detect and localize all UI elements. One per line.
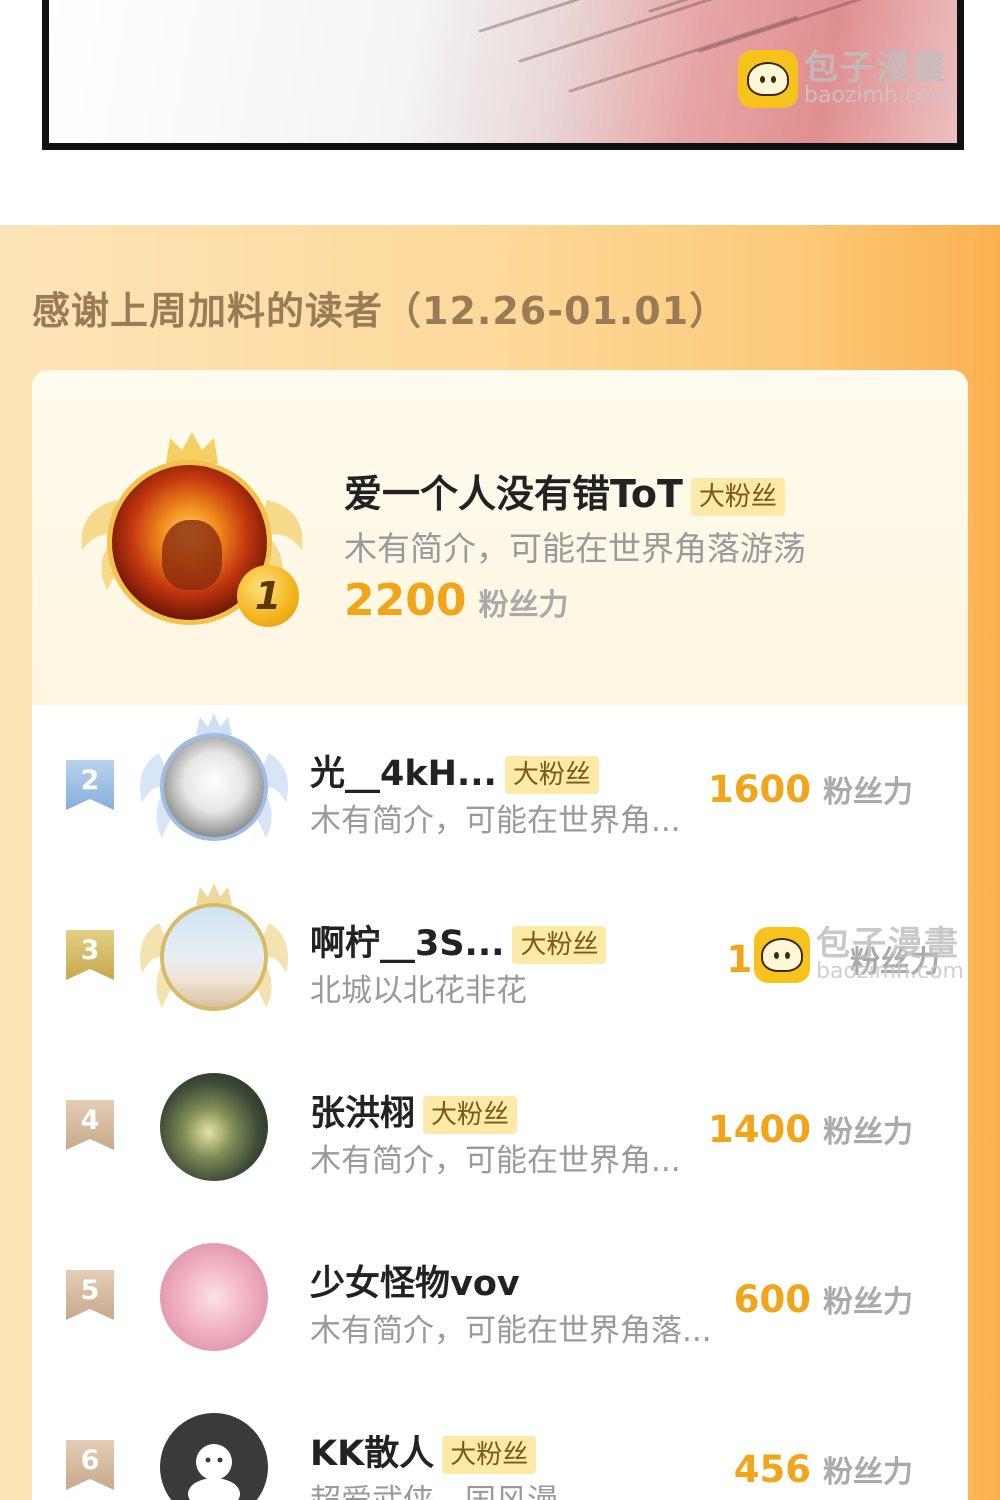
- rank-1-medal: 1: [237, 565, 299, 627]
- leaderboard-card: 1 爱一个人没有错ToT 大粉丝 木有简介，可能在世界角落游荡 2200 粉丝力 …: [32, 370, 968, 1500]
- fan-power: 456 粉丝力: [734, 1447, 913, 1491]
- reader-name[interactable]: 啊柠__3S... 大粉丝: [310, 915, 607, 966]
- reader-bio: 木有简介，可能在世界角...: [310, 803, 681, 839]
- fan-power-label: 粉丝力: [823, 1285, 913, 1320]
- avatar[interactable]: [160, 1243, 268, 1351]
- fan-power-value: 1600: [708, 768, 811, 811]
- fan-power-value: 600: [733, 1278, 811, 1321]
- reader-name[interactable]: KK散人 大粉丝: [310, 1425, 537, 1476]
- fan-power: 600 粉丝力: [734, 1277, 913, 1321]
- watermark-brand-cn: 包子漫畫: [804, 48, 948, 88]
- reader-bio: 木有简介，可能在世界角落...: [310, 1313, 712, 1349]
- big-fan-badge: 大粉丝: [423, 1096, 518, 1134]
- list-item[interactable]: 5 少女怪物vov 木有简介，可能在世界角落... 600 粉丝力: [32, 1215, 968, 1385]
- rank-flag: 5: [66, 1270, 114, 1320]
- big-fan-badge: 大粉丝: [512, 926, 607, 964]
- rank-flag: 6: [66, 1440, 114, 1490]
- fan-power: 1600 粉丝力: [708, 767, 913, 811]
- baozi-logo-icon: [738, 50, 798, 108]
- fan-power: 1400 粉丝力: [708, 1107, 913, 1151]
- reader-name[interactable]: 光__4kH... 大粉丝: [310, 745, 599, 796]
- watermark: 包子漫畫 baozimh.com: [738, 50, 952, 108]
- avatar[interactable]: [160, 1413, 268, 1500]
- top-reader[interactable]: 1 爱一个人没有错ToT 大粉丝 木有简介，可能在世界角落游荡 2200 粉丝力: [32, 370, 968, 705]
- list-item[interactable]: 4 张洪栩 大粉丝 木有简介，可能在世界角... 1400 粉丝力: [32, 1045, 968, 1215]
- fan-power-value: 2200: [344, 575, 467, 626]
- fan-power-value: 456: [733, 1448, 811, 1491]
- reader-bio: 超爱武侠，国风漫: [310, 1475, 558, 1500]
- thanks-section: 感谢上周加料的读者（12.26-01.01） 1 爱一个人没有错ToT 大粉丝 木…: [0, 225, 1000, 1500]
- list-item[interactable]: 6 KK散人大粉丝 超爱武侠，国风漫 456 粉丝力: [32, 1385, 968, 1500]
- rank-flag: 4: [66, 1100, 114, 1150]
- fan-power-label: 粉丝力: [823, 775, 913, 810]
- fan-power-value: 1400: [708, 1108, 811, 1151]
- fan-power-label: 粉丝力: [823, 1455, 913, 1490]
- rank-flag: 2: [66, 760, 114, 810]
- rank-flag: 3: [66, 930, 114, 980]
- reader-name[interactable]: 爱一个人没有错ToT 大粉丝: [344, 463, 785, 518]
- big-fan-badge: 大粉丝: [690, 477, 785, 516]
- avatar[interactable]: [160, 733, 268, 841]
- watermark: 包子漫畫 baozimh.com: [754, 927, 964, 983]
- big-fan-badge: 大粉丝: [504, 756, 599, 794]
- fan-power-label: 粉丝力: [823, 1115, 913, 1150]
- reader-name[interactable]: 少女怪物vov: [310, 1255, 520, 1306]
- reader-bio: 木有简介，可能在世界角...: [310, 1143, 681, 1179]
- reader-bio: 木有简介，可能在世界角落游荡: [344, 529, 806, 568]
- big-fan-badge: 大粉丝: [442, 1436, 537, 1474]
- list-item[interactable]: 2 光__4kH... 大粉丝 木有简介，可能在世界角... 1600 粉丝力: [32, 705, 968, 875]
- section-title: 感谢上周加料的读者（12.26-01.01）: [32, 289, 729, 333]
- reader-name[interactable]: 张洪栩 大粉丝: [310, 1085, 518, 1136]
- watermark-brand-en: baozimh.com: [804, 83, 952, 108]
- watermark-brand-cn: 包子漫畫: [816, 924, 960, 964]
- watermark-brand-en: baozimh.com: [816, 959, 964, 984]
- avatar[interactable]: [160, 1073, 268, 1181]
- list-item[interactable]: 3 啊柠__3S... 大粉丝 北城以北花非花 16 粉丝力 包子漫畫 baozi…: [32, 875, 968, 1045]
- avatar[interactable]: [160, 903, 268, 1011]
- reader-bio: 北城以北花非花: [310, 973, 527, 1009]
- baozi-logo-icon: [754, 927, 810, 983]
- default-avatar-icon: [188, 1444, 240, 1500]
- manga-panel-area: 包子漫畫 baozimh.com: [0, 0, 1000, 225]
- fan-power-label: 粉丝力: [478, 588, 569, 623]
- fan-power: 2200 粉丝力: [344, 575, 568, 626]
